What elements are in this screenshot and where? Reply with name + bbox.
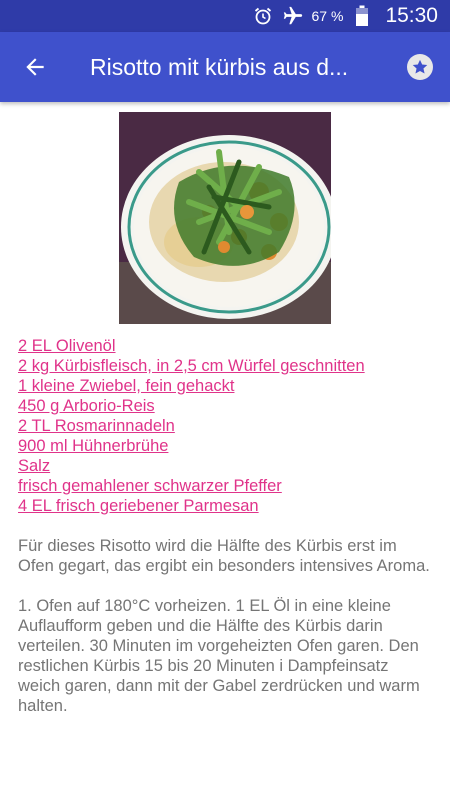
list-item[interactable]: frisch gemahlener schwarzer Pfeffer bbox=[18, 476, 432, 496]
ingredient-link[interactable]: 2 EL Olivenöl bbox=[18, 337, 116, 355]
airplane-mode-icon bbox=[282, 5, 304, 27]
page-title: Risotto mit kürbis aus d... bbox=[90, 53, 349, 80]
list-item[interactable]: 4 EL frisch geriebener Parmesan bbox=[18, 496, 432, 516]
ingredient-link[interactable]: 2 kg Kürbisfleisch, in 2,5 cm Würfel ges… bbox=[18, 357, 365, 375]
recipe-step: 1. Ofen auf 180°C vorheizen. 1 EL Öl in … bbox=[18, 597, 420, 715]
recipe-intro: Für dieses Risotto wird die Hälfte des K… bbox=[18, 537, 430, 575]
ingredient-link[interactable]: 2 TL Rosmarinnadeln bbox=[18, 417, 175, 435]
list-item[interactable]: 2 EL Olivenöl bbox=[18, 336, 432, 356]
favorite-button[interactable] bbox=[390, 32, 450, 102]
list-item[interactable]: 2 TL Rosmarinnadeln bbox=[18, 416, 432, 436]
alarm-icon bbox=[252, 5, 274, 27]
ingredient-link[interactable]: 450 g Arborio-Reis bbox=[18, 397, 155, 415]
ingredient-list: 2 EL Olivenöl 2 kg Kürbisfleisch, in 2,5… bbox=[18, 336, 432, 516]
ingredient-link[interactable]: Salz bbox=[18, 457, 50, 475]
arrow-back-icon bbox=[26, 58, 44, 76]
status-clock: 15:30 bbox=[385, 4, 438, 27]
ingredient-link[interactable]: 1 kleine Zwiebel, fein gehackt bbox=[18, 377, 234, 395]
list-item[interactable]: 2 kg Kürbisfleisch, in 2,5 cm Würfel ges… bbox=[18, 356, 432, 376]
recipe-photo bbox=[119, 112, 331, 324]
battery-icon bbox=[351, 5, 373, 27]
ingredient-link[interactable]: 4 EL frisch geriebener Parmesan bbox=[18, 497, 259, 515]
ingredient-link[interactable]: 900 ml Hühnerbrühe bbox=[18, 437, 168, 455]
status-bar: 67 % 15:30 bbox=[0, 0, 450, 32]
list-item[interactable]: 450 g Arborio-Reis bbox=[18, 396, 432, 416]
app-bar: Risotto mit kürbis aus d... bbox=[0, 32, 450, 102]
back-button[interactable] bbox=[0, 32, 70, 102]
ingredient-link[interactable]: frisch gemahlener schwarzer Pfeffer bbox=[18, 477, 282, 495]
recipe-content: 2 EL Olivenöl 2 kg Kürbisfleisch, in 2,5… bbox=[0, 102, 450, 800]
battery-percentage: 67 % bbox=[311, 8, 344, 24]
list-item[interactable]: Salz bbox=[18, 456, 432, 476]
list-item[interactable]: 900 ml Hühnerbrühe bbox=[18, 436, 432, 456]
star-icon bbox=[407, 54, 433, 80]
list-item[interactable]: 1 kleine Zwiebel, fein gehackt bbox=[18, 376, 432, 396]
